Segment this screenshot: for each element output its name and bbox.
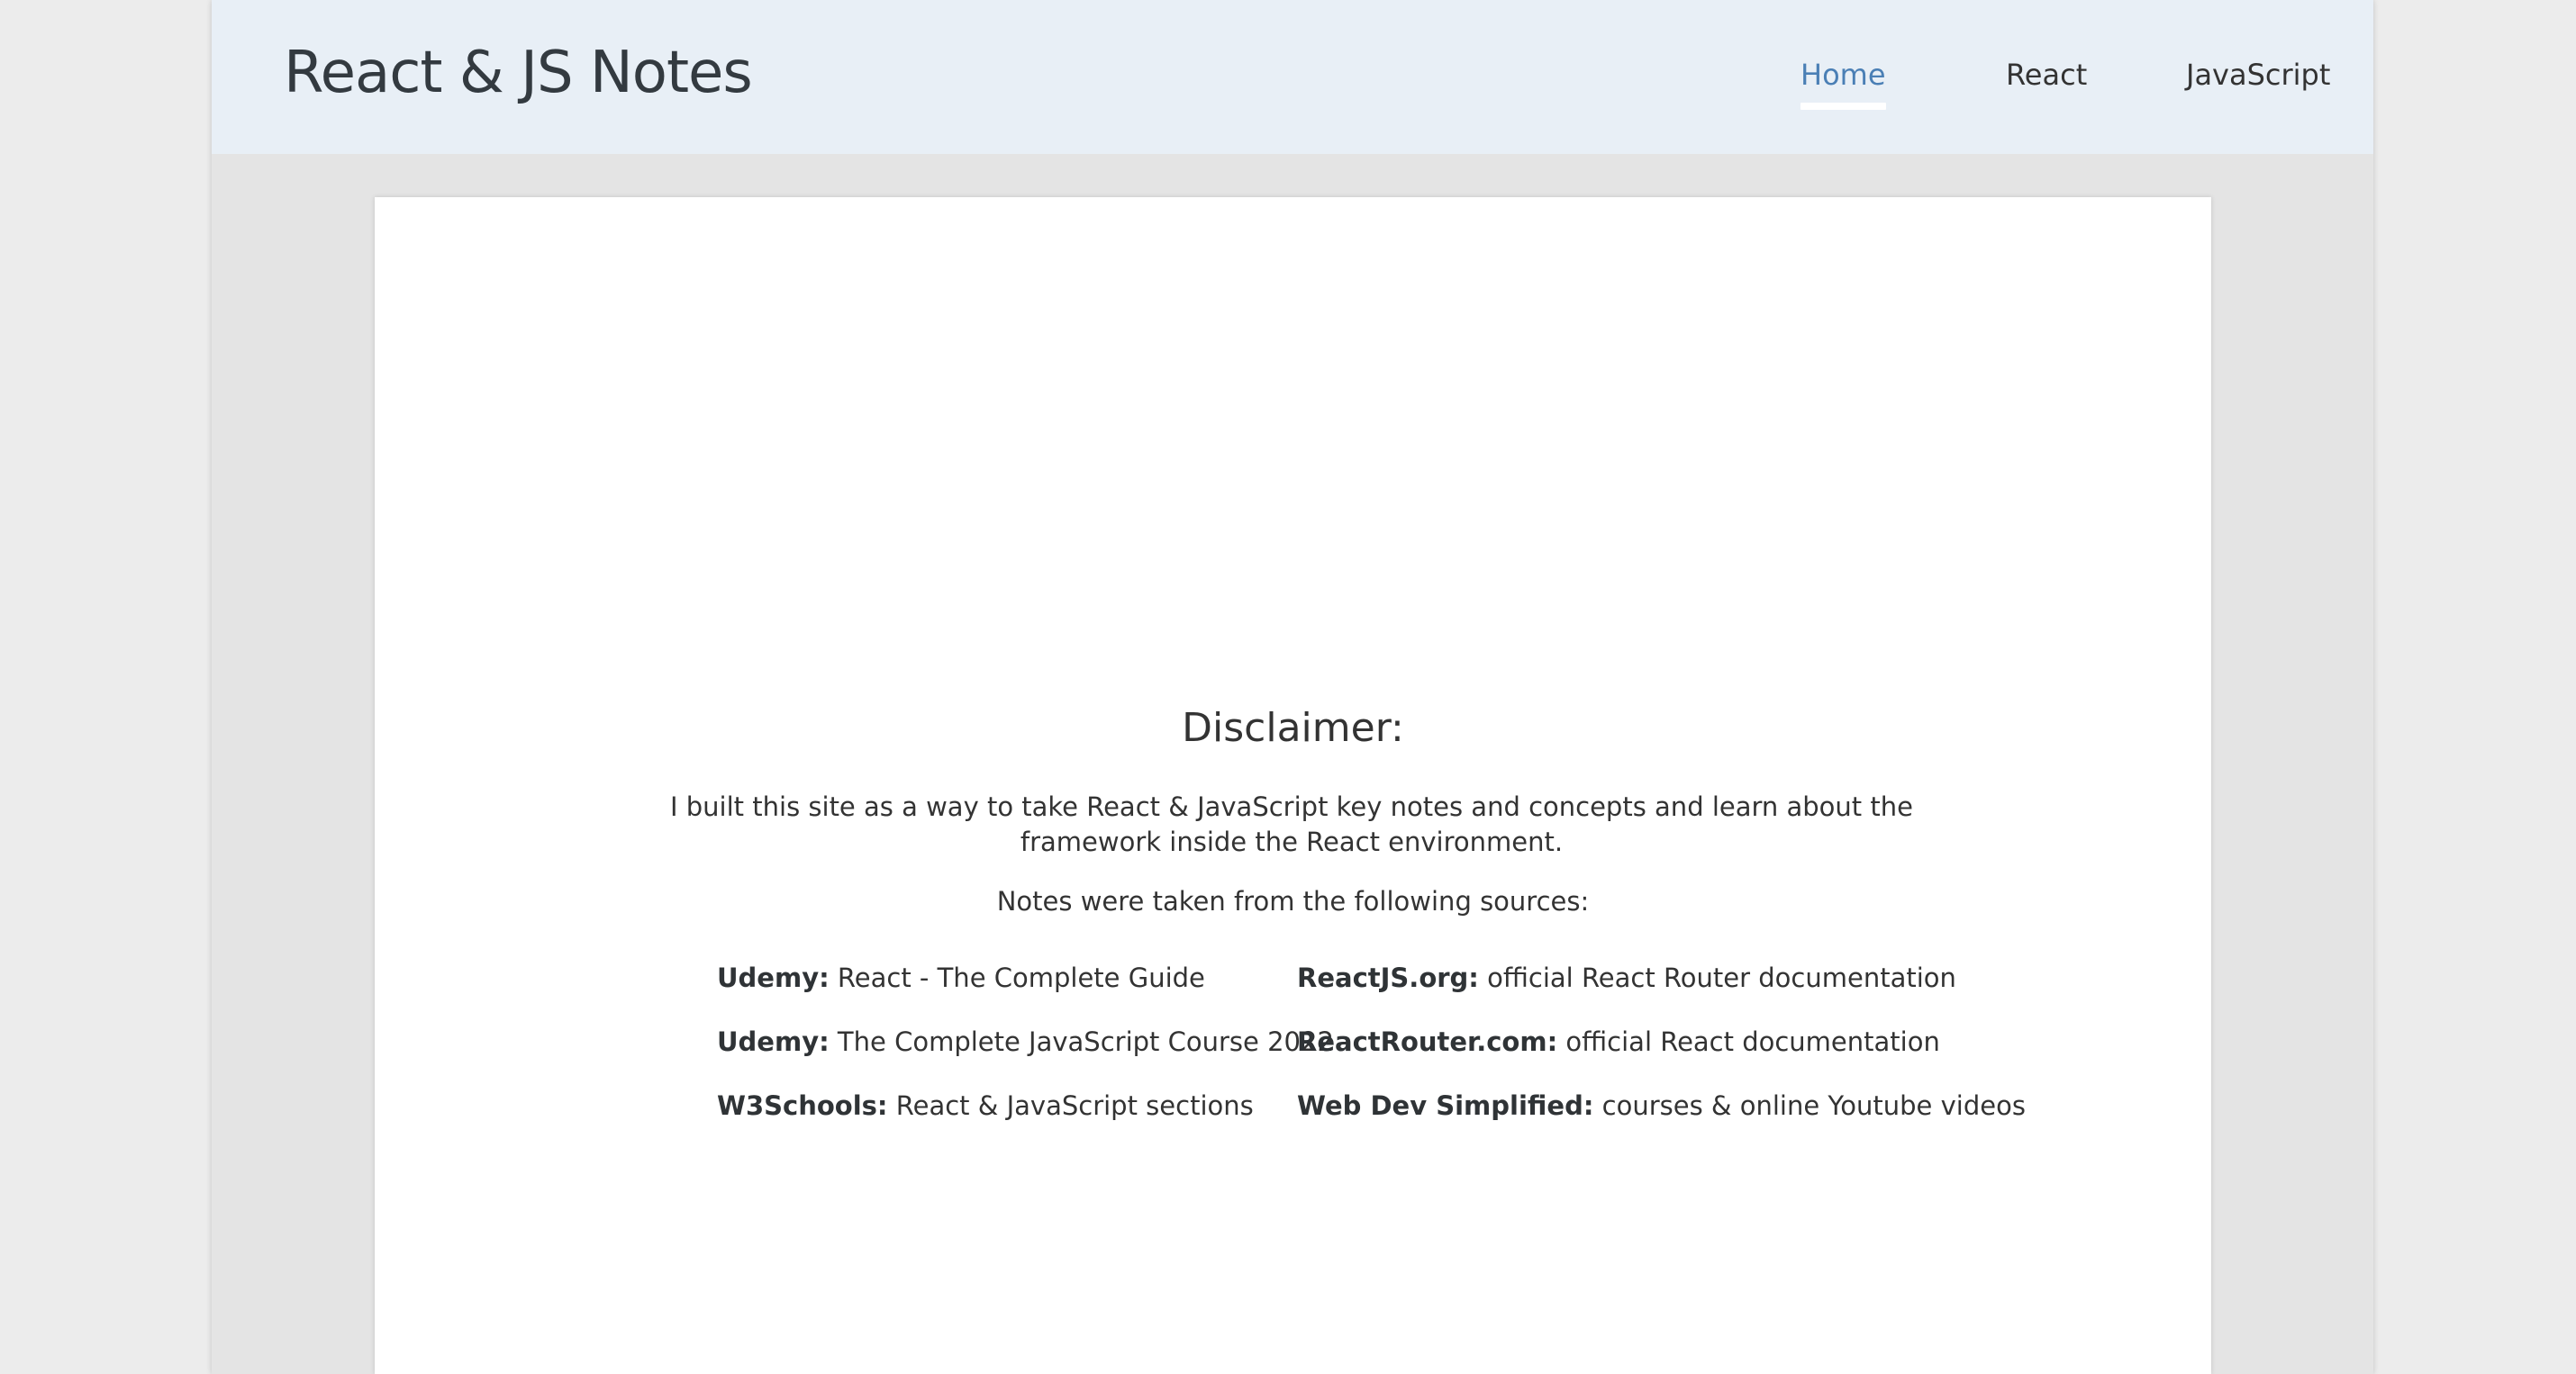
source-item: Web Dev Simplified: courses & online You… [1297, 1090, 2026, 1121]
source-text: courses & online Youtube videos [1601, 1090, 2026, 1121]
source-text: official React documentation [1565, 1026, 1940, 1057]
source-label: Udemy: [717, 1026, 830, 1057]
site-header: React & JS Notes Home React JavaScript [212, 0, 2373, 154]
source-text: React - The Complete Guide [837, 963, 1205, 993]
source-item: ReactRouter.com: official React document… [1297, 1026, 1940, 1057]
nav-link-home[interactable]: Home [1800, 58, 1886, 110]
nav-link-react[interactable]: React [2006, 58, 2087, 92]
source-item: Udemy: React - The Complete Guide [717, 963, 1205, 993]
source-label: ReactJS.org: [1297, 963, 1479, 993]
source-item: ReactJS.org: official React Router docum… [1297, 963, 1956, 993]
content-card: Disclaimer: I built this site as a way t… [375, 197, 2211, 1374]
source-label: ReactRouter.com: [1297, 1026, 1558, 1057]
source-text: React & JavaScript sections [895, 1090, 1254, 1121]
source-label: Udemy: [717, 963, 830, 993]
source-item: W3Schools: React & JavaScript sections [717, 1090, 1254, 1121]
disclaimer-text: I built this site as a way to take React… [670, 791, 1913, 857]
source-text: official React Router documentation [1487, 963, 1956, 993]
site-title[interactable]: React & JS Notes [284, 40, 753, 106]
source-item: Udemy: The Complete JavaScript Course 20… [717, 1026, 1334, 1057]
nav-link-javascript[interactable]: JavaScript [2186, 58, 2330, 92]
nav-link-home-label: Home [1800, 58, 1886, 92]
sources-intro: Notes were taken from the following sour… [996, 886, 1590, 917]
page-container: React & JS Notes Home React JavaScript D… [212, 0, 2373, 1374]
source-label: W3Schools: [717, 1090, 888, 1121]
source-label: Web Dev Simplified: [1297, 1090, 1594, 1121]
disclaimer-heading: Disclaimer: [1182, 705, 1404, 751]
active-nav-indicator [1800, 103, 1886, 110]
source-text: The Complete JavaScript Course 2022 [837, 1026, 1334, 1057]
